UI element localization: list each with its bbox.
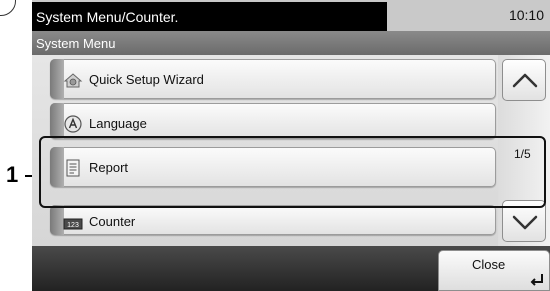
menu-item-label: Language <box>89 116 147 131</box>
menu-item-counter[interactable]: 123 Counter <box>50 205 496 235</box>
callout-number: 1 <box>6 162 19 187</box>
language-icon <box>64 115 82 133</box>
menu-item-quick-setup-wizard[interactable]: Quick Setup Wizard <box>50 59 496 99</box>
counter-icon: 123 <box>63 218 83 230</box>
menu-item-language[interactable]: Language <box>50 103 496 139</box>
menu-item-label: Counter <box>89 214 136 229</box>
enter-icon <box>530 274 543 286</box>
corner-circle-decoration <box>0 0 16 16</box>
status-time: 10:10 <box>508 7 544 23</box>
status-title-area: System Menu/Counter. <box>32 2 387 31</box>
chevron-up-icon <box>512 73 538 88</box>
svg-text:123: 123 <box>67 222 79 229</box>
scroll-up-button[interactable] <box>502 59 546 101</box>
close-button[interactable]: Close <box>438 250 550 291</box>
menu-item-label: Quick Setup Wizard <box>89 72 204 87</box>
callout-highlight-frame <box>39 136 546 208</box>
status-title: System Menu/Counter. <box>36 9 179 25</box>
close-button-label: Close <box>472 257 506 272</box>
menu-item-tab <box>50 59 64 99</box>
menu-item-tab <box>50 103 64 139</box>
menu-item-tab <box>50 205 64 235</box>
status-bar: System Menu/Counter. 10:10 <box>32 0 550 31</box>
wizard-icon <box>63 73 83 88</box>
screen-subtitle-bar: System Menu <box>32 31 550 55</box>
screen-subtitle: System Menu <box>36 36 116 51</box>
